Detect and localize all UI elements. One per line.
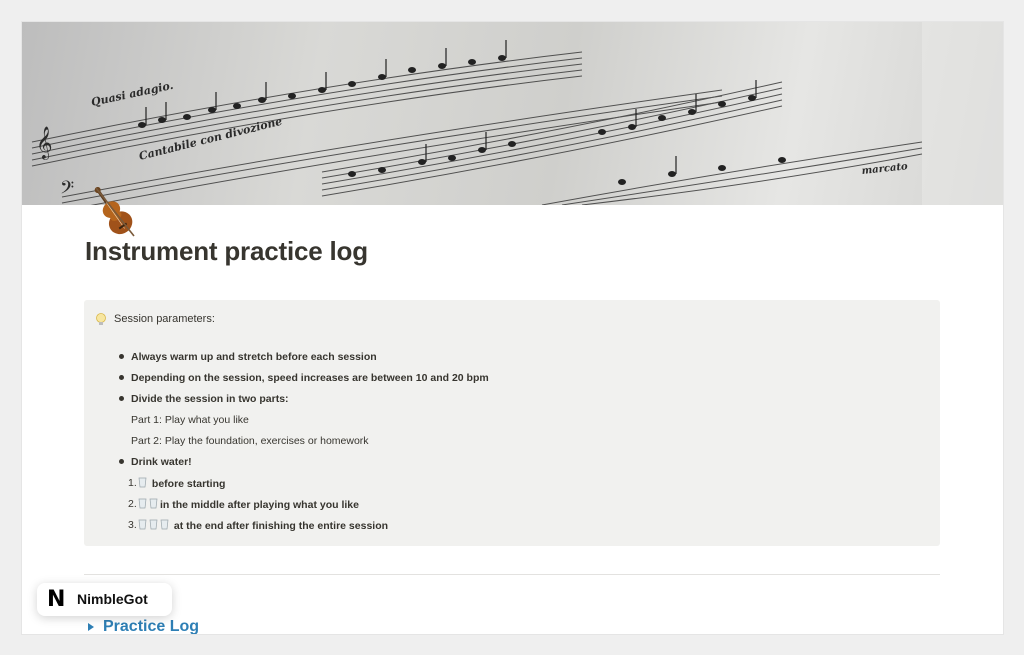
- bullet-dot: [119, 459, 124, 464]
- page-title[interactable]: Instrument practice log: [85, 236, 368, 267]
- callout-title: Session parameters:: [114, 313, 215, 325]
- water-glass-icon: [160, 519, 169, 530]
- numbered-marker: 2.: [128, 498, 137, 510]
- bullet-speed: Depending on the session, speed increase…: [131, 372, 489, 384]
- svg-text:Quasi adagio.: Quasi adagio.: [90, 79, 175, 109]
- nimblegot-badge[interactable]: N NimbleGot: [37, 583, 172, 616]
- numbered-item-text: at the end after finishing the entire se…: [171, 520, 389, 532]
- numbered-marker: 3.: [128, 519, 137, 531]
- svg-text:𝄢: 𝄢: [60, 178, 74, 203]
- lightbulb-icon: [96, 313, 106, 325]
- bullet-dot: [119, 375, 124, 380]
- nimblegot-logo-icon: N: [47, 587, 66, 612]
- water-glass-icon: [149, 498, 158, 509]
- water-glass-icon: [149, 519, 158, 530]
- part-1-line: Part 1: Play what you like: [131, 414, 249, 426]
- numbered-item-2: in the middle after playing what you lik…: [138, 498, 359, 511]
- violin-icon[interactable]: [82, 182, 144, 240]
- toggle-arrow-icon[interactable]: [88, 623, 94, 631]
- numbered-item-1: before starting: [138, 477, 225, 490]
- page-card: Quasi adagio. Cantabile con divozione ma…: [22, 22, 1003, 634]
- numbered-item-text: in the middle after playing what you lik…: [160, 499, 359, 511]
- numbered-marker: 1.: [128, 477, 137, 489]
- water-glass-icon: [138, 477, 147, 488]
- bullet-divide: Divide the session in two parts:: [131, 393, 289, 405]
- svg-text:𝄞: 𝄞: [36, 126, 53, 160]
- water-glass-icon: [138, 498, 147, 509]
- bullet-dot: [119, 396, 124, 401]
- divider: [84, 574, 940, 575]
- bullet-warm-up: Always warm up and stretch before each s…: [131, 351, 377, 363]
- practice-log-toggle[interactable]: Practice Log: [103, 618, 199, 634]
- bullet-dot: [119, 354, 124, 359]
- bullet-drink-water: Drink water!: [131, 456, 192, 468]
- badge-text: NimbleGot: [77, 591, 148, 607]
- numbered-item-3: at the end after finishing the entire se…: [138, 519, 388, 532]
- cover-image[interactable]: Quasi adagio. Cantabile con divozione ma…: [22, 22, 1003, 205]
- numbered-item-text: before starting: [149, 478, 226, 490]
- sheet-music-illustration: Quasi adagio. Cantabile con divozione ma…: [31, 22, 1003, 205]
- part-2-line: Part 2: Play the foundation, exercises o…: [131, 435, 369, 447]
- session-parameters-callout[interactable]: Session parameters: Always warm up and s…: [84, 300, 940, 546]
- water-glass-icon: [138, 519, 147, 530]
